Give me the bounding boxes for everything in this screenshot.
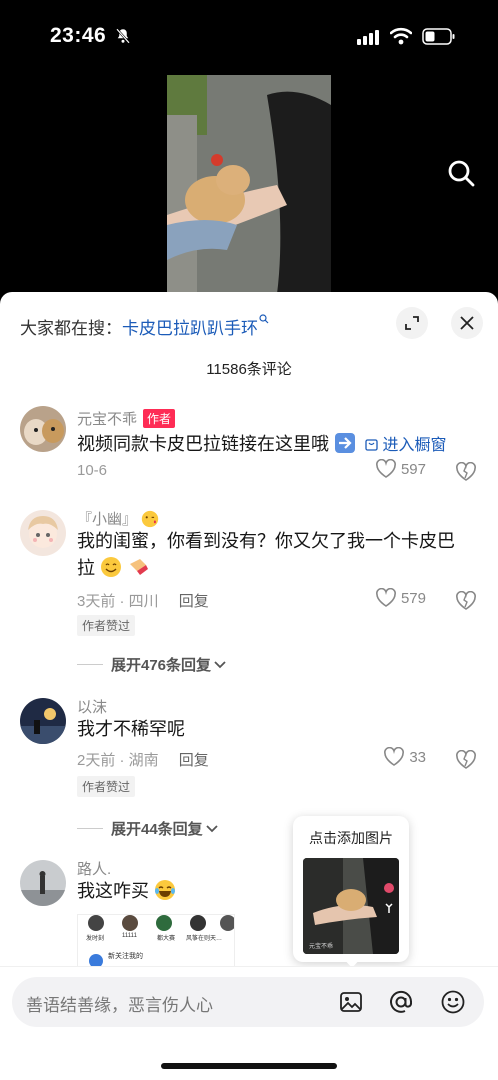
broken-heart-icon[interactable] [456, 462, 476, 482]
comment-author-name: 元宝不乖 [77, 411, 138, 428]
comment-author[interactable]: 元宝不乖 作者 [77, 408, 176, 429]
popup-thumbnail[interactable]: 元宝不乖 [303, 858, 399, 954]
store-link-label: 进入橱窗 [382, 437, 447, 454]
wifi-icon [390, 27, 412, 45]
laugh-tears-emoji-icon [155, 880, 176, 900]
divider [77, 828, 103, 829]
popup-title: 点击添加图片 [309, 830, 393, 846]
thumb-label: 发时刻 [86, 936, 105, 942]
search-keyword-link[interactable]: 卡皮巴拉趴趴手环 [122, 319, 258, 338]
heart-icon [384, 747, 405, 766]
signal-icon [357, 30, 379, 45]
expand-icon [405, 316, 419, 330]
reply-button[interactable]: 回复 [179, 593, 209, 610]
video-frame [167, 75, 331, 294]
close-icon [460, 316, 474, 330]
comment-time-location: 2天前 · 湖南 [77, 752, 159, 769]
broken-heart-icon[interactable] [456, 750, 476, 770]
comment-image[interactable]: 发时刻 11111 都大赛 风筝在则天… 新关注我的 [77, 914, 235, 968]
broken-heart-icon[interactable] [456, 591, 476, 611]
comment-count: 11586条评论 [206, 361, 292, 378]
divider [77, 664, 103, 665]
like-button[interactable]: 33 [383, 747, 426, 767]
avatar[interactable] [20, 860, 66, 906]
comment-author-name[interactable]: 以沫 [77, 696, 107, 717]
home-indicator[interactable] [161, 1063, 337, 1069]
comment-body: 我这咋买 [77, 881, 149, 901]
comment-author-name[interactable]: 路人. [77, 858, 111, 879]
search-icon [259, 314, 269, 324]
comment-input-placeholder: 善语结善缘，恶言伤人心 [26, 996, 213, 1015]
avatar[interactable] [20, 406, 66, 452]
comment-time-location: 3天前 · 四川 [77, 593, 159, 610]
heart-icon [376, 588, 396, 607]
reply-button[interactable]: 回复 [179, 752, 209, 769]
expand-replies-label: 展开44条回复 [111, 821, 203, 838]
status-bar: 23:46 [0, 0, 498, 70]
comment-meta: 2天前 · 湖南 回复 [77, 749, 209, 770]
video-thumbnail-image [303, 858, 399, 954]
comment-text[interactable]: 我才不稀罕呢 [77, 716, 472, 743]
comment-sheet: 大家都在搜：卡皮巴拉趴趴手环 11586条评论 元宝不乖 作者 视频同款卡皮巴拉链… [0, 292, 498, 1080]
popup-thumb-caption: 元宝不乖 [309, 944, 334, 950]
like-button[interactable]: 597 [375, 459, 426, 479]
search-prefix: 大家都在搜： [20, 319, 122, 338]
comment-text[interactable]: 我的闺蜜，你看到没有？你又欠了我一个卡皮巴拉 [77, 528, 472, 582]
like-button[interactable]: 579 [375, 588, 426, 608]
expand-replies-button[interactable]: 展开44条回复 [77, 818, 219, 839]
expand-button[interactable] [396, 307, 428, 339]
smile-emoji-icon [101, 557, 122, 577]
add-image-popup[interactable]: 点击添加图片 元宝不乖 [293, 816, 409, 962]
comment-meta: 3天前 · 四川 回复 [77, 590, 209, 611]
like-count: 597 [400, 460, 426, 478]
video-player[interactable] [0, 70, 498, 294]
store-icon [365, 439, 378, 451]
author-liked-badge: 作者赞过 [77, 615, 136, 636]
like-count: 33 [409, 748, 426, 766]
thumb-label: 都大赛 [157, 936, 176, 942]
author-badge: 作者 [143, 409, 176, 428]
comment-body: 视频同款卡皮巴拉链接在这里哦 [77, 434, 329, 454]
comment-input[interactable]: 善语结善缘，恶言伤人心 [12, 977, 484, 1027]
at-icon[interactable] [388, 989, 414, 1015]
chevron-down-icon [214, 660, 226, 668]
comment-meta: 10-6 [77, 462, 108, 479]
battery-icon [422, 28, 455, 45]
like-count: 579 [400, 589, 426, 607]
kiss-emoji-icon [142, 510, 159, 528]
comment-text[interactable]: 我这咋买 [77, 878, 472, 905]
thumb-label: 11111 [122, 933, 137, 939]
avatar[interactable] [20, 698, 66, 744]
comment-input-bar: 善语结善缘，恶言伤人心 [0, 966, 498, 1080]
thumb-label: 新关注我的 [108, 953, 143, 960]
expand-replies-button[interactable]: 展开476条回复 [77, 654, 227, 675]
comment-text[interactable]: 视频同款卡皮巴拉链接在这里哦 进入橱窗 [77, 431, 472, 459]
right-arrow-icon [335, 433, 356, 453]
nail-polish-emoji-icon [130, 559, 149, 575]
comment-author-name[interactable]: 『小幽』 [77, 508, 159, 529]
chevron-down-icon [206, 824, 218, 832]
expand-replies-label: 展开476条回复 [111, 657, 212, 674]
close-button[interactable] [451, 307, 483, 339]
author-liked-badge: 作者赞过 [77, 776, 136, 797]
status-time: 23:46 [50, 24, 107, 47]
store-link[interactable]: 进入橱窗 [365, 437, 447, 454]
heart-icon [376, 459, 396, 478]
image-icon[interactable] [338, 989, 364, 1015]
bell-slash-icon [116, 28, 130, 44]
emoji-icon[interactable] [440, 989, 466, 1015]
thumb-label: 风筝在则天… [186, 936, 223, 942]
author-name-text: 『小幽』 [77, 511, 138, 528]
search-icon[interactable] [446, 158, 476, 188]
avatar[interactable] [20, 510, 66, 556]
search-suggestion[interactable]: 大家都在搜：卡皮巴拉趴趴手环 [20, 314, 269, 339]
